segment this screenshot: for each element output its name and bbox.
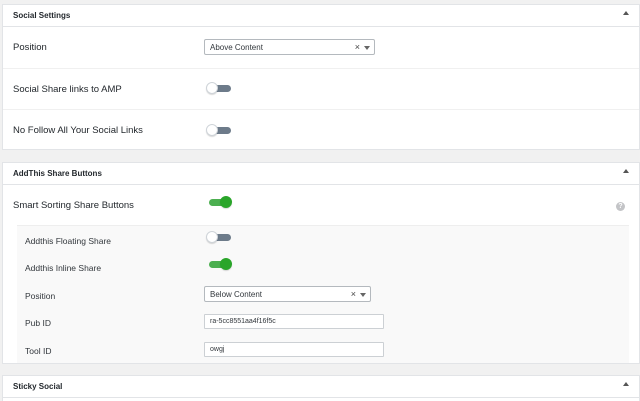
- social-position-row: Position Above Content ×: [3, 27, 639, 69]
- social-settings-panel: Social Settings Position Above Content ×…: [2, 4, 640, 150]
- amp-label: Social Share links to AMP: [13, 84, 122, 95]
- social-position-value: Above Content: [210, 43, 263, 52]
- sticky-social-panel: Sticky Social: [2, 375, 640, 401]
- nofollow-toggle[interactable]: [206, 124, 232, 136]
- floating-share-toggle[interactable]: [206, 231, 232, 243]
- sticky-social-title: Sticky Social: [13, 382, 63, 391]
- nofollow-label: No Follow All Your Social Links: [13, 125, 143, 136]
- addthis-header[interactable]: AddThis Share Buttons: [3, 163, 639, 185]
- addthis-position-value: Below Content: [210, 290, 263, 299]
- amp-toggle[interactable]: [206, 82, 232, 94]
- toggle-knob: [206, 82, 218, 94]
- smart-sorting-row: Smart Sorting Share Buttons ?: [3, 185, 639, 223]
- floating-share-label: Addthis Floating Share: [25, 236, 111, 246]
- chevron-down-icon[interactable]: [364, 46, 370, 50]
- tool-id-value: owgj: [210, 346, 225, 353]
- inline-share-label: Addthis Inline Share: [25, 263, 102, 273]
- addthis-title: AddThis Share Buttons: [13, 169, 102, 178]
- addthis-sub-options: Addthis Floating Share Addthis Inline Sh…: [17, 225, 629, 363]
- addthis-panel: AddThis Share Buttons Smart Sorting Shar…: [2, 162, 640, 364]
- chevron-down-icon[interactable]: [360, 293, 366, 297]
- caret-up-icon[interactable]: [623, 169, 629, 173]
- smart-sorting-toggle[interactable]: [206, 196, 232, 208]
- tool-id-label: Tool ID: [25, 346, 52, 356]
- caret-up-icon[interactable]: [623, 11, 629, 15]
- toggle-knob: [206, 124, 218, 136]
- social-position-label: Position: [13, 42, 47, 53]
- inline-share-toggle[interactable]: [206, 258, 232, 270]
- pub-id-label: Pub ID: [25, 318, 51, 328]
- clear-icon[interactable]: ×: [351, 289, 356, 299]
- amp-row: Social Share links to AMP: [3, 69, 639, 110]
- toggle-knob: [220, 258, 232, 270]
- pub-id-input[interactable]: ra-5cc8551aa4f16f5c: [204, 314, 384, 329]
- tool-id-input[interactable]: owgj: [204, 342, 384, 357]
- pub-id-value: ra-5cc8551aa4f16f5c: [210, 318, 276, 325]
- social-position-select[interactable]: Above Content ×: [204, 39, 375, 55]
- question-icon[interactable]: ?: [616, 202, 625, 211]
- toggle-knob: [206, 231, 218, 243]
- addthis-position-label: Position: [25, 291, 56, 301]
- social-settings-header[interactable]: Social Settings: [3, 5, 639, 27]
- social-settings-title: Social Settings: [13, 11, 71, 20]
- sticky-social-header[interactable]: Sticky Social: [3, 376, 639, 398]
- addthis-position-select[interactable]: Below Content ×: [204, 286, 371, 302]
- clear-icon[interactable]: ×: [355, 42, 360, 52]
- smart-sorting-label: Smart Sorting Share Buttons: [13, 200, 134, 211]
- nofollow-row: No Follow All Your Social Links: [3, 110, 639, 150]
- toggle-knob: [220, 196, 232, 208]
- caret-up-icon[interactable]: [623, 382, 629, 386]
